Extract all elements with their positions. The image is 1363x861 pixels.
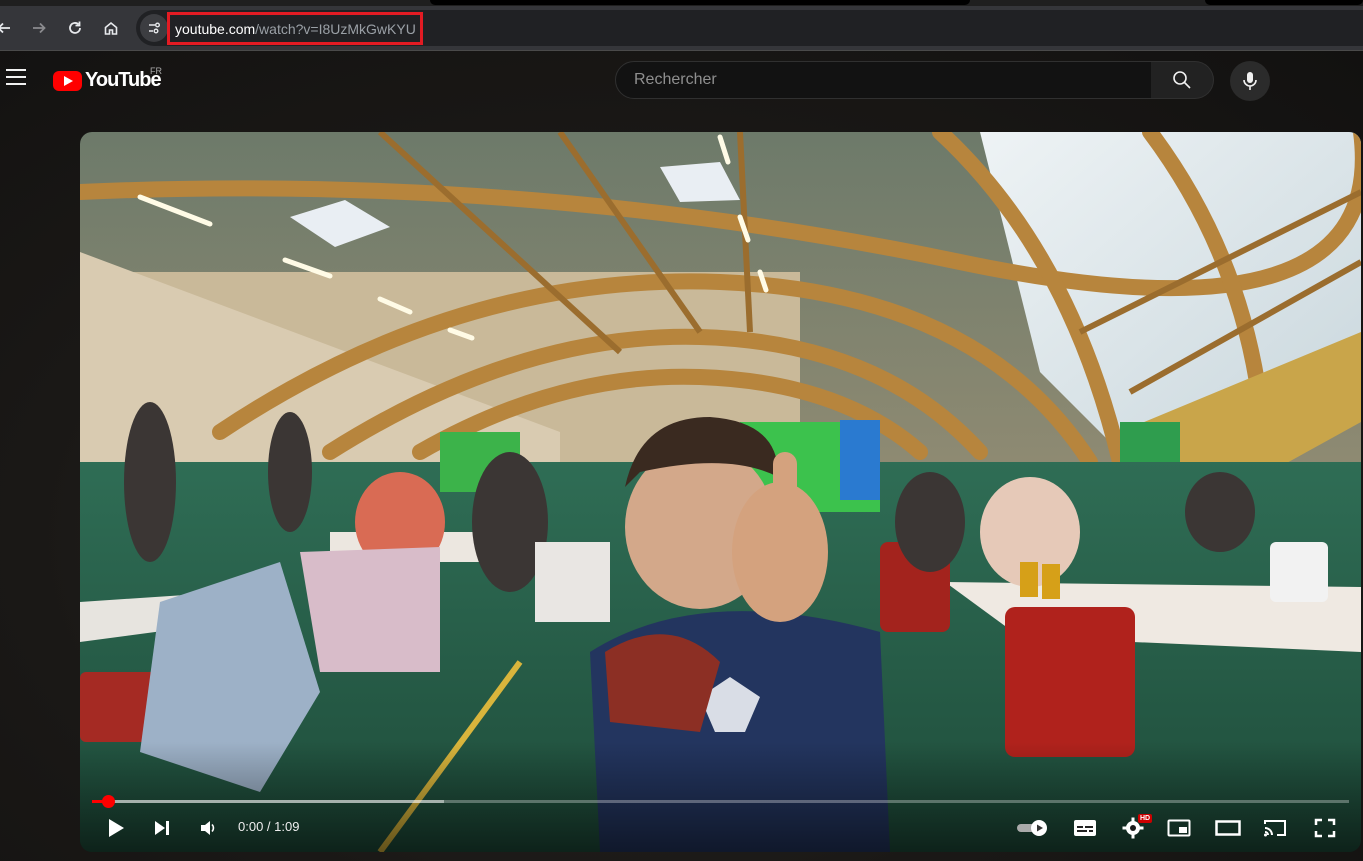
url-highlight-box[interactable]: youtube.com/watch?v=I8UzMkGwKYU xyxy=(167,12,423,45)
voice-search-button[interactable] xyxy=(1230,61,1270,101)
search-box xyxy=(615,61,1152,99)
volume-icon xyxy=(201,821,215,835)
next-button[interactable] xyxy=(148,808,176,848)
search-button[interactable] xyxy=(1151,61,1214,99)
autoplay-toggle[interactable] xyxy=(1014,808,1052,848)
youtube-play-icon xyxy=(53,70,82,91)
progress-bar[interactable] xyxy=(92,795,1349,808)
player-controls: 0:00 / 1:09 HD xyxy=(80,808,1361,848)
video-player[interactable]: 0:00 / 1:09 HD xyxy=(80,132,1361,852)
time-display: 0:00 / 1:09 xyxy=(238,819,300,834)
search-input[interactable] xyxy=(632,70,1136,90)
forward-arrow-icon xyxy=(33,22,46,34)
autoplay-toggle-icon xyxy=(1017,820,1047,836)
home-icon xyxy=(104,21,118,35)
play-icon xyxy=(109,819,124,837)
forward-button[interactable] xyxy=(25,14,53,42)
browser-tab[interactable] xyxy=(1205,0,1363,5)
theater-mode-icon xyxy=(1215,820,1241,836)
address-bar[interactable]: youtube.com/watch?v=I8UzMkGwKYU xyxy=(136,10,1363,46)
site-info-icon xyxy=(149,22,160,34)
next-icon xyxy=(155,821,169,835)
masthead: YouTube FR xyxy=(0,51,1363,107)
country-code: FR xyxy=(150,66,162,76)
home-button[interactable] xyxy=(97,14,125,42)
play-button[interactable] xyxy=(102,808,130,848)
youtube-logo[interactable]: YouTube FR xyxy=(53,66,162,92)
subtitles-icon xyxy=(1074,820,1096,836)
microphone-icon xyxy=(1243,72,1257,90)
progress-buffer xyxy=(92,800,444,803)
url-path: /watch?v=I8UzMkGwKYU xyxy=(255,20,416,37)
settings-button[interactable]: HD xyxy=(1118,808,1153,848)
guide-menu-button[interactable] xyxy=(6,69,28,87)
back-button[interactable] xyxy=(0,14,18,42)
reload-icon xyxy=(69,21,81,34)
back-arrow-icon xyxy=(0,22,10,34)
cast-button[interactable] xyxy=(1260,808,1290,848)
fullscreen-button[interactable] xyxy=(1310,808,1340,848)
hd-badge: HD xyxy=(1138,814,1153,823)
theater-mode-button[interactable] xyxy=(1212,808,1244,848)
browser-toolbar: youtube.com/watch?v=I8UzMkGwKYU xyxy=(0,6,1363,51)
miniplayer-icon xyxy=(1167,819,1191,837)
miniplayer-button[interactable] xyxy=(1164,808,1194,848)
browser-tab[interactable] xyxy=(430,0,970,5)
progress-scrubber-handle[interactable] xyxy=(102,795,115,808)
search-icon xyxy=(1173,71,1191,89)
cast-icon xyxy=(1264,820,1286,837)
mute-button[interactable] xyxy=(194,808,222,848)
fullscreen-icon xyxy=(1314,818,1336,838)
hamburger-icon xyxy=(6,69,26,71)
url-host: youtube.com xyxy=(175,20,256,37)
site-info-button[interactable] xyxy=(140,14,168,42)
youtube-page: YouTube FR Rechercher 0:00 / 1:09 HD xyxy=(0,51,1363,861)
reload-button[interactable] xyxy=(61,14,89,42)
subtitles-button[interactable] xyxy=(1070,808,1100,848)
